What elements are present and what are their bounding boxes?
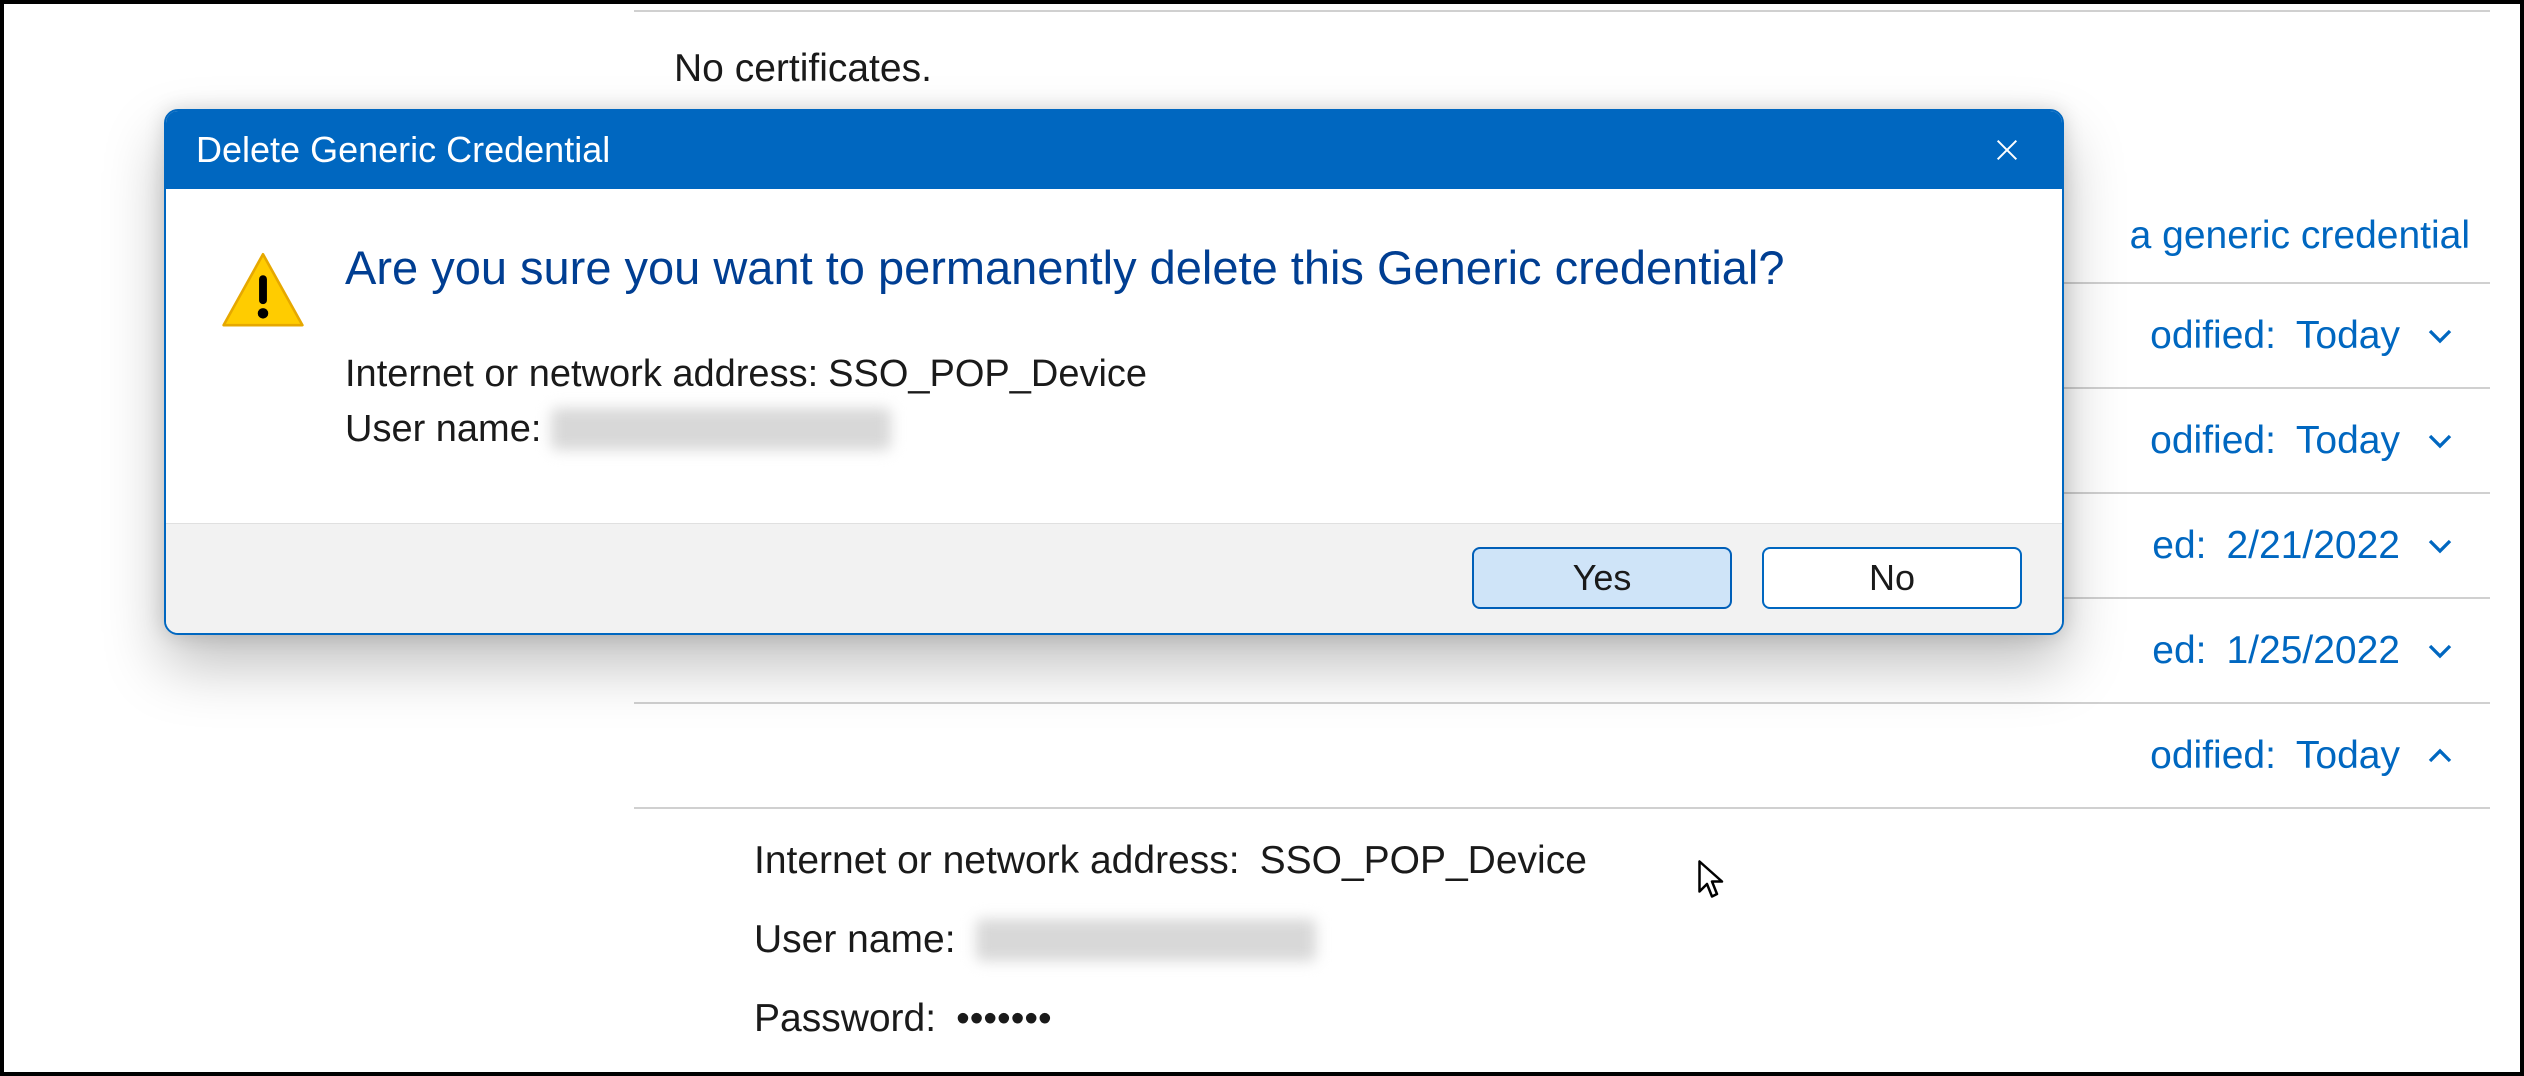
chevron-down-icon — [2420, 631, 2460, 671]
chevron-down-icon — [2420, 526, 2460, 566]
detail-password-value: ••••••• — [956, 997, 1052, 1041]
no-certificates-text: No certificates. — [674, 47, 2490, 91]
background-content: No certificates. a generic credential — [634, 4, 2490, 101]
modified-value: Today — [2296, 419, 2400, 463]
credential-row[interactable]: odified: Today — [634, 702, 2490, 807]
dialog-text: Are you sure you want to permanently del… — [345, 239, 2002, 463]
dialog-body: Are you sure you want to permanently del… — [166, 189, 2062, 523]
dialog-address-label: Internet or network address: — [345, 353, 818, 396]
dialog-titlebar: Delete Generic Credential — [166, 111, 2062, 189]
close-icon — [1991, 134, 2023, 166]
dialog-username-redacted — [551, 408, 891, 450]
detail-username-redacted — [976, 919, 1316, 961]
window-frame: No certificates. a generic credential od… — [0, 0, 2524, 1076]
modified-value: 2/21/2022 — [2226, 524, 2400, 568]
yes-button[interactable]: Yes — [1472, 547, 1732, 609]
close-button[interactable] — [1982, 125, 2032, 175]
modified-label: odified: — [2150, 734, 2276, 778]
dialog-address-value: SSO_POP_Device — [828, 353, 1147, 396]
modified-value: Today — [2296, 314, 2400, 358]
chevron-up-icon — [2420, 736, 2460, 776]
detail-address-value: SSO_POP_Device — [1260, 839, 1587, 883]
detail-username-label: User name: — [754, 918, 956, 962]
dialog-footer: Yes No — [166, 523, 2062, 633]
detail-password-label: Password: — [754, 997, 936, 1041]
warning-icon — [221, 249, 305, 333]
credential-detail: Internet or network address: SSO_POP_Dev… — [634, 807, 2490, 1041]
chevron-down-icon — [2420, 421, 2460, 461]
add-generic-credential-link[interactable]: a generic credential — [2130, 214, 2470, 258]
dialog-title: Delete Generic Credential — [196, 129, 610, 171]
divider — [634, 10, 2490, 12]
modified-value: 1/25/2022 — [2226, 629, 2400, 673]
dialog-username-label: User name: — [345, 408, 541, 451]
chevron-down-icon — [2420, 316, 2460, 356]
modified-value: Today — [2296, 734, 2400, 778]
modified-label: odified: — [2150, 419, 2276, 463]
no-button[interactable]: No — [1762, 547, 2022, 609]
modified-label: odified: — [2150, 314, 2276, 358]
modified-label: ed: — [2152, 524, 2206, 568]
delete-credential-dialog: Delete Generic Credential Are you sure y… — [164, 109, 2064, 635]
detail-address-label: Internet or network address: — [754, 839, 1240, 883]
modified-label: ed: — [2152, 629, 2206, 673]
dialog-headline: Are you sure you want to permanently del… — [345, 239, 2002, 298]
